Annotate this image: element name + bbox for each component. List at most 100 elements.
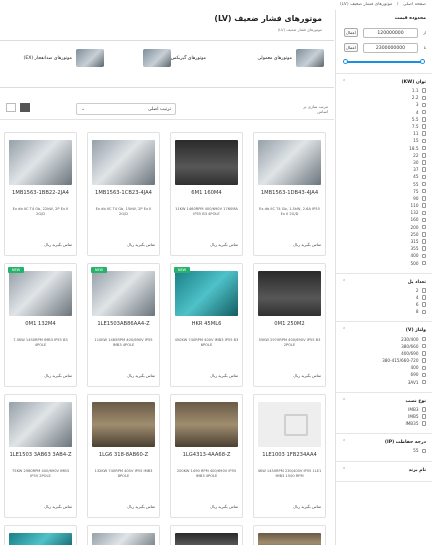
- filter-option[interactable]: IMB35: [342, 420, 426, 427]
- checkbox[interactable]: [421, 160, 426, 165]
- product-image[interactable]: [92, 402, 155, 447]
- filter-option[interactable]: 3: [342, 101, 426, 108]
- checkbox[interactable]: [421, 365, 426, 371]
- filter-option[interactable]: 90: [342, 195, 426, 202]
- product-card[interactable]: NEW 1LE1503AB86AA4-Z 110KW 1485RPM 400/690…: [87, 263, 160, 387]
- checkbox[interactable]: [421, 181, 426, 187]
- price-from-input[interactable]: 120000000: [363, 27, 418, 38]
- product-card[interactable]: 1LG4313-4AA68-Z 200KW 1490 RPM 400/690V I…: [170, 394, 243, 518]
- filter-option[interactable]: IMB3: [342, 406, 426, 413]
- checkbox[interactable]: [421, 372, 426, 378]
- checkbox[interactable]: [421, 421, 426, 426]
- checkbox[interactable]: [421, 95, 426, 101]
- product-card[interactable]: 1LG6 318-8AB60-Z 132KW 740RPM 400V IP55 I…: [87, 394, 160, 518]
- price-apply-button[interactable]: اعمال: [344, 43, 358, 52]
- product-image[interactable]: [258, 140, 321, 185]
- filter-title[interactable]: درجه حفاظت (IP): [342, 439, 426, 447]
- breadcrumb-home[interactable]: صفحه اصلی: [403, 2, 426, 7]
- checkbox[interactable]: [421, 343, 426, 349]
- chevron-up-icon[interactable]: ⌃: [342, 467, 346, 473]
- product-image[interactable]: [92, 533, 155, 545]
- filter-option[interactable]: 400: [342, 364, 426, 371]
- product-image[interactable]: [258, 271, 321, 316]
- chevron-up-icon[interactable]: ⌃: [342, 439, 346, 445]
- grid-view-button[interactable]: [20, 103, 30, 112]
- checkbox[interactable]: [421, 288, 426, 293]
- filter-option[interactable]: 500: [342, 260, 426, 267]
- product-card[interactable]: [253, 525, 326, 545]
- product-image[interactable]: [175, 402, 238, 447]
- checkbox[interactable]: [421, 217, 426, 223]
- checkbox[interactable]: [421, 224, 426, 230]
- product-image[interactable]: [9, 271, 72, 316]
- checkbox[interactable]: [421, 379, 426, 385]
- filter-option[interactable]: 6: [342, 301, 426, 308]
- product-image[interactable]: [92, 271, 155, 316]
- checkbox[interactable]: [421, 336, 426, 342]
- filter-title[interactable]: توان (KW): [342, 79, 426, 87]
- filter-option[interactable]: 2.2: [342, 94, 426, 101]
- product-image[interactable]: [258, 402, 321, 447]
- product-image[interactable]: [9, 533, 72, 545]
- checkbox[interactable]: [421, 302, 426, 307]
- filter-option[interactable]: 400: [342, 252, 426, 259]
- checkbox[interactable]: [421, 210, 426, 216]
- filter-title[interactable]: نوع نصب: [342, 398, 426, 406]
- filter-option[interactable]: 315: [342, 238, 426, 245]
- product-card[interactable]: 0M1 250M2 55KW 2970RPM 400/690V IP55 B3 2…: [253, 263, 326, 387]
- product-image[interactable]: [9, 402, 72, 447]
- filter-option[interactable]: 5.5: [342, 116, 426, 123]
- checkbox[interactable]: [421, 196, 426, 201]
- checkbox[interactable]: [421, 188, 426, 194]
- product-model[interactable]: 1MB1563-1BB22-2JA4: [8, 190, 73, 196]
- filter-option[interactable]: 380-415/660-720: [342, 357, 426, 364]
- price-apply-button[interactable]: اعمال: [344, 28, 358, 37]
- filter-option[interactable]: IMB5: [342, 413, 426, 420]
- category-standard-motors[interactable]: موتورهای معمولی: [257, 49, 324, 67]
- product-card[interactable]: NEW HKR 45ML6 450KW 740RPM 400V IMB3 IP55 …: [170, 263, 243, 387]
- product-card[interactable]: [87, 525, 160, 545]
- product-model[interactable]: HKR 45ML6: [174, 321, 239, 327]
- filter-option[interactable]: 4: [342, 109, 426, 116]
- product-image[interactable]: [175, 533, 238, 545]
- filter-option[interactable]: 380/660: [342, 343, 426, 350]
- product-image[interactable]: [175, 140, 238, 185]
- filter-option[interactable]: 160: [342, 216, 426, 223]
- checkbox[interactable]: [421, 295, 426, 300]
- product-card[interactable]: 6M1 160M4 11KW 1460RPM 400/690V 1760MA IP…: [170, 132, 243, 256]
- checkbox[interactable]: [421, 232, 426, 237]
- checkbox[interactable]: [421, 124, 426, 129]
- checkbox[interactable]: [421, 246, 426, 251]
- filter-option[interactable]: 355: [342, 245, 426, 252]
- product-model[interactable]: 1LG4313-4AA68-Z: [174, 452, 239, 458]
- product-image[interactable]: [92, 140, 155, 185]
- product-model[interactable]: 1MB1563-1DB43-4JA4: [257, 190, 322, 196]
- filter-title[interactable]: ولتاژ (V): [342, 327, 426, 335]
- checkbox[interactable]: [421, 102, 426, 108]
- product-card[interactable]: NEW 0M1 132M4 7.5KW 1450RPM IMB3 IP55 B3 4…: [4, 263, 77, 387]
- checkbox[interactable]: [421, 109, 426, 115]
- filter-option[interactable]: 110: [342, 202, 426, 209]
- product-image[interactable]: [9, 140, 72, 185]
- product-card[interactable]: [4, 525, 77, 545]
- list-view-button[interactable]: [6, 103, 16, 112]
- filter-option[interactable]: 690: [342, 371, 426, 378]
- filter-option[interactable]: 400/690: [342, 350, 426, 357]
- filter-option[interactable]: 8: [342, 308, 426, 315]
- product-card[interactable]: 1LE1003 1FB234AA4 4KW 1450RPM 230/400V IP…: [253, 394, 326, 518]
- filter-option[interactable]: 1.1: [342, 87, 426, 94]
- product-model[interactable]: 6M1 160M4: [174, 190, 239, 196]
- checkbox[interactable]: [421, 145, 426, 151]
- filter-option[interactable]: 11: [342, 130, 426, 137]
- filter-option[interactable]: 2: [342, 287, 426, 294]
- filter-option[interactable]: 45: [342, 173, 426, 180]
- product-card[interactable]: 1MB1563-1DB43-4JA4 Ex db IIC T4 Gb, 1.5kW…: [253, 132, 326, 256]
- checkbox[interactable]: [421, 167, 426, 172]
- chevron-up-icon[interactable]: ⌃: [342, 279, 346, 285]
- filter-option[interactable]: 7.5: [342, 123, 426, 130]
- checkbox[interactable]: [421, 138, 426, 144]
- product-model[interactable]: 1LE1503AB86AA4-Z: [91, 321, 156, 327]
- filter-option[interactable]: 55: [342, 180, 426, 187]
- product-model[interactable]: 1MB1563-1CB23-4JA4: [91, 190, 156, 196]
- product-model[interactable]: 1LE1503 3AB63 3AB4-Z: [8, 452, 73, 458]
